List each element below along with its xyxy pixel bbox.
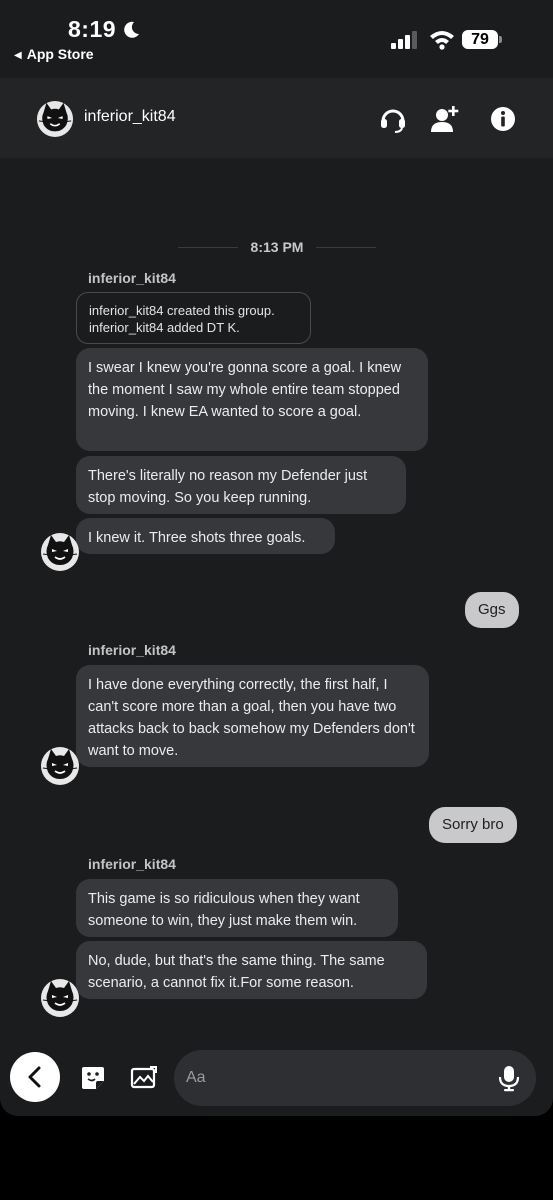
outgoing-message[interactable]: Sorry bro [429, 807, 517, 843]
chat-title[interactable]: inferior_kit84 [84, 108, 176, 126]
outgoing-message[interactable]: Ggs [465, 592, 519, 628]
back-app-label: App Store [26, 46, 94, 62]
sticker-icon[interactable] [80, 1065, 106, 1091]
cellular-signal-icon [391, 31, 417, 49]
chat-header: inferior_kit84 [0, 78, 553, 158]
incoming-message[interactable]: This game is so ridiculous when they wan… [76, 879, 398, 937]
status-time: 8:19 [68, 16, 117, 42]
incoming-message[interactable]: There's literally no reason my Defender … [76, 456, 406, 514]
headset-icon[interactable] [378, 104, 408, 134]
avatar[interactable] [36, 100, 74, 138]
sender-name: inferior_kit84 [88, 270, 176, 286]
image-icon[interactable] [130, 1065, 158, 1091]
back-button[interactable] [10, 1052, 60, 1102]
microphone-icon[interactable] [496, 1064, 522, 1092]
battery-level: 79 [462, 30, 498, 49]
sender-name: inferior_kit84 [88, 642, 176, 658]
chevron-left-icon [28, 1066, 41, 1088]
avatar[interactable] [40, 532, 80, 572]
divider-line [316, 247, 376, 248]
wifi-icon [430, 31, 454, 50]
system-notice: inferior_kit84 created this group. infer… [76, 292, 311, 344]
time-divider: 8:13 PM [178, 238, 376, 258]
chat-screen: 8:19 ◀ App Store 79 inferior_kit84 8:13 … [0, 0, 553, 1116]
message-input[interactable] [186, 1050, 486, 1106]
back-triangle-icon: ◀ [14, 50, 22, 61]
system-notice-line: inferior_kit84 added DT K. [89, 320, 240, 335]
message-composer [0, 1040, 553, 1116]
system-notice-line: inferior_kit84 created this group. [89, 303, 275, 318]
sender-name: inferior_kit84 [88, 856, 176, 872]
moon-icon [124, 21, 139, 38]
message-input-field[interactable] [174, 1050, 536, 1106]
incoming-message[interactable]: I knew it. Three shots three goals. [76, 518, 335, 554]
incoming-message[interactable]: I swear I knew you're gonna score a goal… [76, 348, 428, 451]
status-bar: 8:19 ◀ App Store 79 [0, 0, 553, 78]
incoming-message[interactable]: I have done everything correctly, the fi… [76, 665, 429, 767]
back-to-app-store-link[interactable]: ◀ App Store [14, 46, 94, 62]
info-icon[interactable] [488, 104, 518, 134]
add-user-icon[interactable] [430, 104, 460, 134]
battery-tip [499, 36, 502, 43]
incoming-message[interactable]: No, dude, but that's the same thing. The… [76, 941, 427, 999]
avatar[interactable] [40, 978, 80, 1018]
avatar[interactable] [40, 746, 80, 786]
